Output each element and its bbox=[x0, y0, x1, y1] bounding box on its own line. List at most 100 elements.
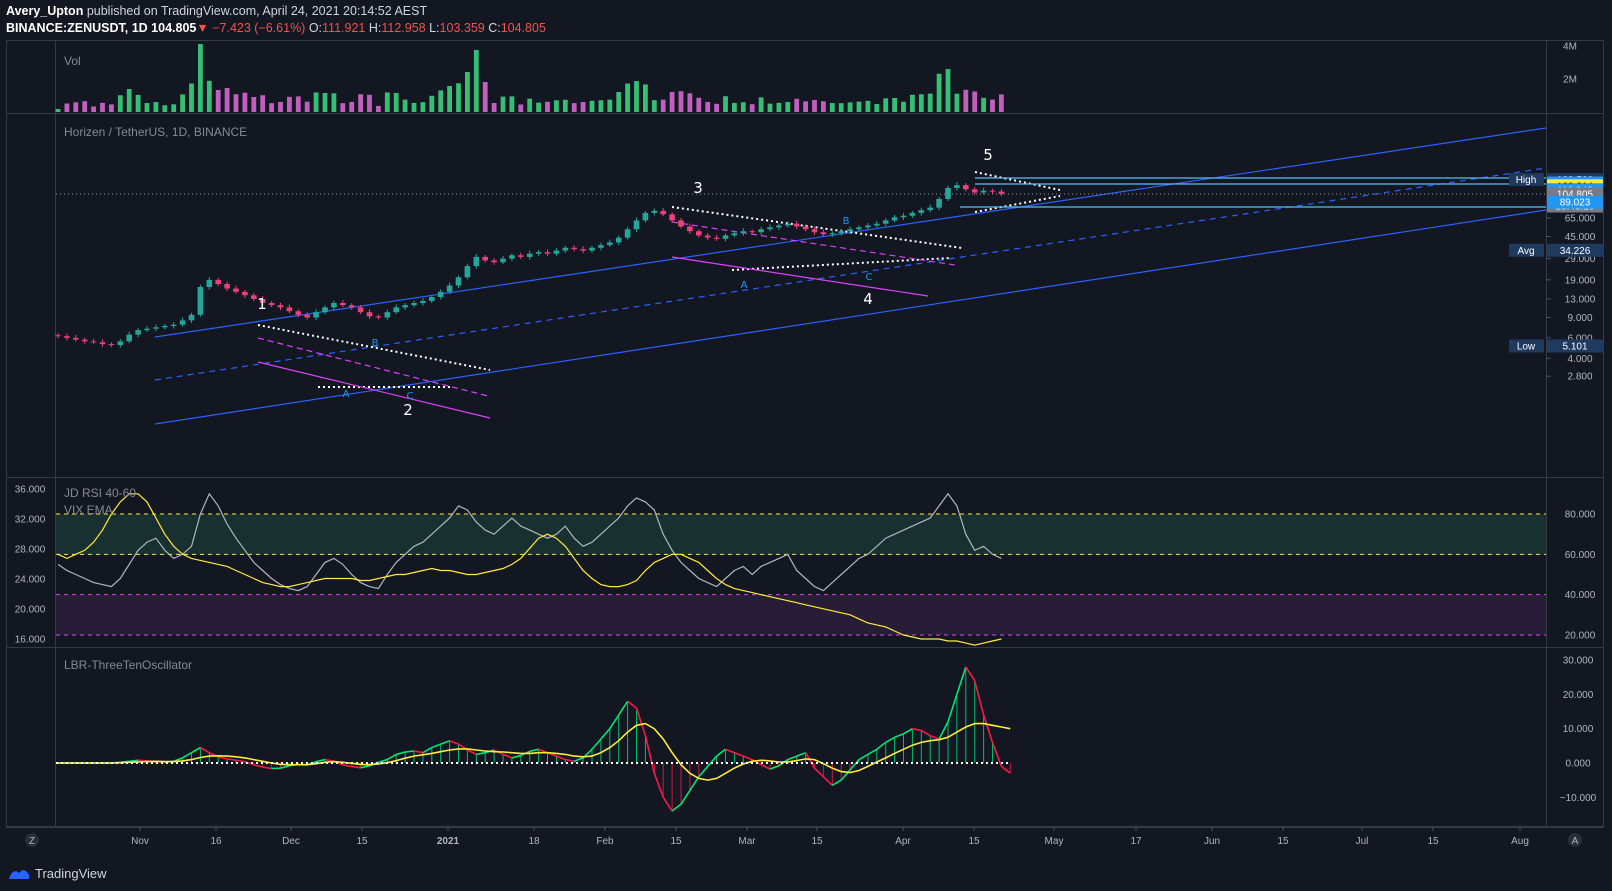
fast-line-segment bbox=[689, 776, 700, 791]
candle-body bbox=[268, 303, 275, 306]
volume-bar bbox=[518, 104, 524, 112]
candle-body bbox=[936, 198, 942, 208]
candle-body bbox=[126, 334, 132, 342]
candle-body bbox=[473, 256, 480, 267]
fast-line-segment bbox=[867, 748, 878, 756]
volume-bar bbox=[554, 100, 559, 112]
candle-body bbox=[660, 210, 666, 215]
wave-label: 5 bbox=[983, 146, 993, 164]
volume-bar bbox=[678, 91, 684, 112]
time-tick-label: Jun bbox=[1204, 836, 1220, 847]
candle-body bbox=[420, 300, 426, 304]
fast-line-segment bbox=[511, 754, 522, 759]
candle-body bbox=[73, 337, 79, 340]
oscillator-plot bbox=[56, 666, 1011, 812]
candle-body bbox=[624, 229, 631, 238]
fast-line-segment bbox=[440, 739, 450, 745]
candle-body bbox=[927, 207, 933, 211]
candle-body bbox=[615, 237, 622, 243]
volume-bar bbox=[500, 96, 506, 112]
volume-bar bbox=[803, 101, 808, 112]
oscillator-tick-label: 30.000 bbox=[1563, 656, 1594, 667]
time-tick-label: 15 bbox=[968, 836, 980, 847]
fast-line-segment bbox=[342, 764, 352, 768]
rsi-tick-label: 40.000 bbox=[1565, 590, 1596, 601]
volume-bar bbox=[936, 73, 942, 112]
volume-bar bbox=[821, 101, 826, 112]
volume-bar bbox=[162, 105, 168, 112]
sub-wave-label: B bbox=[372, 338, 379, 349]
fast-line-segment bbox=[822, 776, 833, 786]
volume-bar bbox=[420, 102, 426, 112]
fast-line-segment bbox=[698, 765, 709, 778]
volume-bar bbox=[812, 99, 817, 112]
candle-body bbox=[731, 233, 738, 236]
volume-bar bbox=[883, 98, 889, 112]
candle-body bbox=[233, 288, 239, 292]
volume-bar bbox=[651, 100, 657, 112]
candle-body bbox=[598, 245, 604, 248]
footer-brand[interactable]: TradingView bbox=[8, 866, 107, 881]
candle-body bbox=[669, 214, 675, 221]
candle-body bbox=[749, 231, 755, 233]
volume-bar bbox=[562, 99, 568, 112]
fast-line-segment bbox=[973, 680, 985, 716]
volume-bar bbox=[260, 95, 266, 112]
candle-body bbox=[722, 235, 729, 239]
fast-line-segment bbox=[707, 755, 718, 767]
price-tag-value: 89.023 bbox=[1560, 198, 1591, 209]
fast-line-segment bbox=[182, 752, 192, 759]
volume-bar bbox=[180, 94, 185, 112]
time-tick-label: 15 bbox=[811, 836, 823, 847]
volume-bar bbox=[393, 93, 399, 112]
candle-body bbox=[99, 342, 106, 345]
volume-bar bbox=[171, 104, 177, 112]
volume-bar bbox=[865, 100, 871, 112]
price-tag-name: High bbox=[1516, 175, 1537, 186]
price-axis: 65.00045.00029.00019.00013.0009.0006.000… bbox=[1546, 214, 1596, 383]
candle-body bbox=[117, 341, 124, 346]
volume-bar bbox=[269, 103, 274, 112]
volume-bar bbox=[580, 102, 586, 112]
volume-bar bbox=[367, 94, 372, 112]
candle-body bbox=[286, 307, 293, 312]
candle-body bbox=[696, 231, 702, 236]
volume-bar bbox=[242, 92, 248, 112]
volume-bar bbox=[251, 97, 257, 112]
volume-bar bbox=[545, 101, 550, 112]
volume-bar bbox=[331, 93, 337, 112]
fast-line-segment bbox=[912, 727, 922, 732]
candle-body bbox=[518, 255, 524, 257]
fast-line-segment bbox=[449, 739, 459, 745]
candle-body bbox=[802, 226, 809, 230]
volume-bar bbox=[589, 100, 595, 112]
fast-line-segment bbox=[734, 751, 744, 757]
volume-bar bbox=[73, 102, 79, 112]
candle-body bbox=[482, 256, 488, 261]
candle-body bbox=[571, 247, 577, 250]
volume-bar bbox=[144, 103, 150, 112]
candle-body bbox=[340, 303, 346, 306]
channel-lower-line bbox=[154, 209, 1547, 425]
volume-bar bbox=[990, 99, 995, 112]
candle-body bbox=[197, 286, 204, 315]
fast-line-segment bbox=[965, 666, 976, 682]
candle-body bbox=[882, 220, 889, 224]
candle-body bbox=[402, 305, 408, 308]
fast-line-segment bbox=[502, 753, 513, 759]
candle-body bbox=[108, 344, 115, 346]
chart-canvas[interactable]: 4M2M Vol 65.00045.00029.00019.00013.0009… bbox=[0, 0, 1612, 862]
volume-bar bbox=[954, 93, 960, 112]
fast-line-segment bbox=[903, 728, 913, 735]
time-tick-label: Feb bbox=[596, 836, 614, 847]
candle-body bbox=[224, 284, 230, 289]
vix-tick-label: 28.000 bbox=[15, 545, 46, 556]
candle-body bbox=[375, 316, 382, 318]
volume-bar bbox=[874, 104, 880, 112]
fast-line-segment bbox=[787, 755, 797, 761]
volume-bar bbox=[509, 96, 515, 112]
candle-body bbox=[829, 233, 836, 235]
volume-bar bbox=[918, 94, 924, 112]
candle-body bbox=[313, 312, 319, 318]
fast-line-segment bbox=[218, 756, 228, 760]
